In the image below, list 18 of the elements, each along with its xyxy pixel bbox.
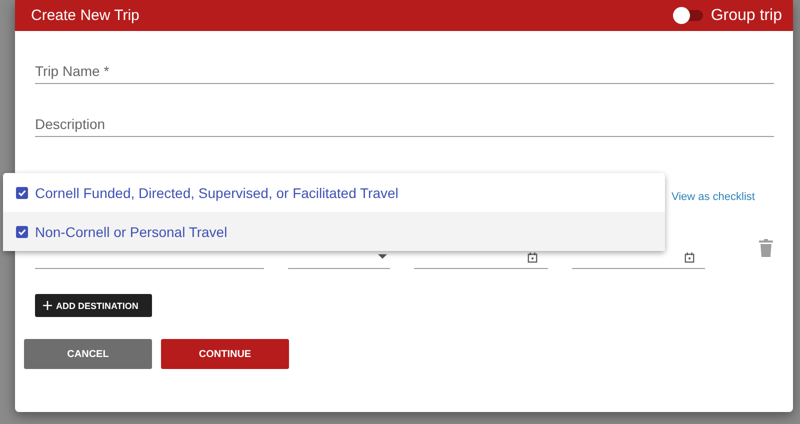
text-field[interactable]: Trip Name * xyxy=(35,59,774,84)
menu-option[interactable]: Non-Cornell or Personal Travel xyxy=(3,212,665,251)
dialog-title: Create New Trip xyxy=(31,7,140,24)
add-destination-button[interactable]: ADD DESTINATION xyxy=(35,294,152,317)
cancel-button[interactable]: CANCEL xyxy=(24,339,152,369)
plus-icon xyxy=(43,301,52,310)
trash-icon[interactable] xyxy=(759,239,773,257)
calendar-icon xyxy=(526,252,538,263)
toggle-label: Group trip xyxy=(710,6,782,24)
checkbox[interactable] xyxy=(16,226,28,238)
text-field[interactable]: Description xyxy=(35,112,774,137)
caret-icon xyxy=(378,254,388,259)
view-checklist-link[interactable]: View as checklist xyxy=(671,191,755,203)
menu-option[interactable]: Cornell Funded, Directed, Supervised, or Facilitated Travel xyxy=(3,173,665,212)
calendar-icon xyxy=(684,252,696,263)
checkbox[interactable] xyxy=(16,186,28,198)
continue-button[interactable]: CONTINUE xyxy=(161,339,289,369)
toggle-switch[interactable] xyxy=(674,10,703,21)
